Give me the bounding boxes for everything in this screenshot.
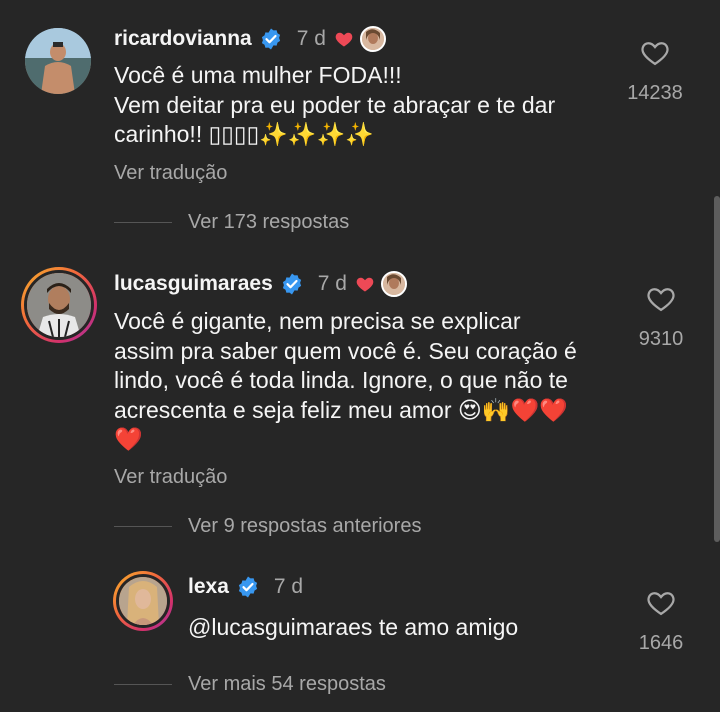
verified-badge-icon (261, 28, 280, 50)
avatar[interactable] (21, 267, 97, 343)
username[interactable]: lucasguimaraes (114, 272, 273, 296)
verified-badge-icon (238, 576, 257, 598)
view-replies-button[interactable]: Ver 9 respostas anteriores (114, 515, 421, 538)
like-count: 14238 (627, 82, 683, 104)
view-replies-button[interactable]: Ver 173 respostas (114, 211, 349, 234)
creator-avatar (380, 271, 407, 297)
verified-badge-icon (282, 273, 301, 295)
comments-screen: ricardovianna 7 d Você é uma mulher FODA… (0, 0, 720, 712)
username[interactable]: lexa (188, 575, 229, 599)
like-area: 9310 (616, 284, 706, 351)
divider (114, 526, 172, 527)
username[interactable]: ricardovianna (114, 27, 252, 51)
creator-avatar (359, 26, 386, 52)
reply-text: @lucasguimaraes te amo amigo (188, 614, 519, 640)
comment-text: Você é uma mulher FODA!!! Vem deitar pra… (114, 62, 556, 147)
like-area: 1646 (616, 588, 706, 655)
avatar[interactable] (113, 571, 173, 631)
heart-outline-icon[interactable] (640, 38, 670, 66)
see-translation-link[interactable]: Ver tradução (114, 466, 227, 489)
like-count: 1646 (638, 632, 684, 654)
view-more-replies-button[interactable]: Ver mais 54 respostas (114, 673, 386, 696)
heart-outline-icon[interactable] (646, 588, 676, 616)
heart-icon (356, 277, 374, 292)
timestamp: 7 d (296, 27, 326, 50)
profile-photo (119, 577, 167, 625)
see-translation-link[interactable]: Ver tradução (114, 162, 227, 185)
divider (114, 222, 172, 223)
like-area: 14238 (610, 38, 700, 105)
divider (114, 684, 172, 685)
timestamp: 7 d (273, 575, 304, 598)
heart-icon (335, 32, 353, 47)
comment-text: Você é gigante, nem precisa se explicar … (114, 308, 577, 452)
profile-photo (25, 28, 91, 94)
like-count: 9310 (638, 328, 684, 350)
scrollbar[interactable] (714, 196, 720, 542)
timestamp: 7 d (317, 272, 347, 295)
profile-photo (27, 273, 91, 337)
heart-outline-icon[interactable] (646, 284, 676, 312)
avatar[interactable] (25, 28, 91, 94)
